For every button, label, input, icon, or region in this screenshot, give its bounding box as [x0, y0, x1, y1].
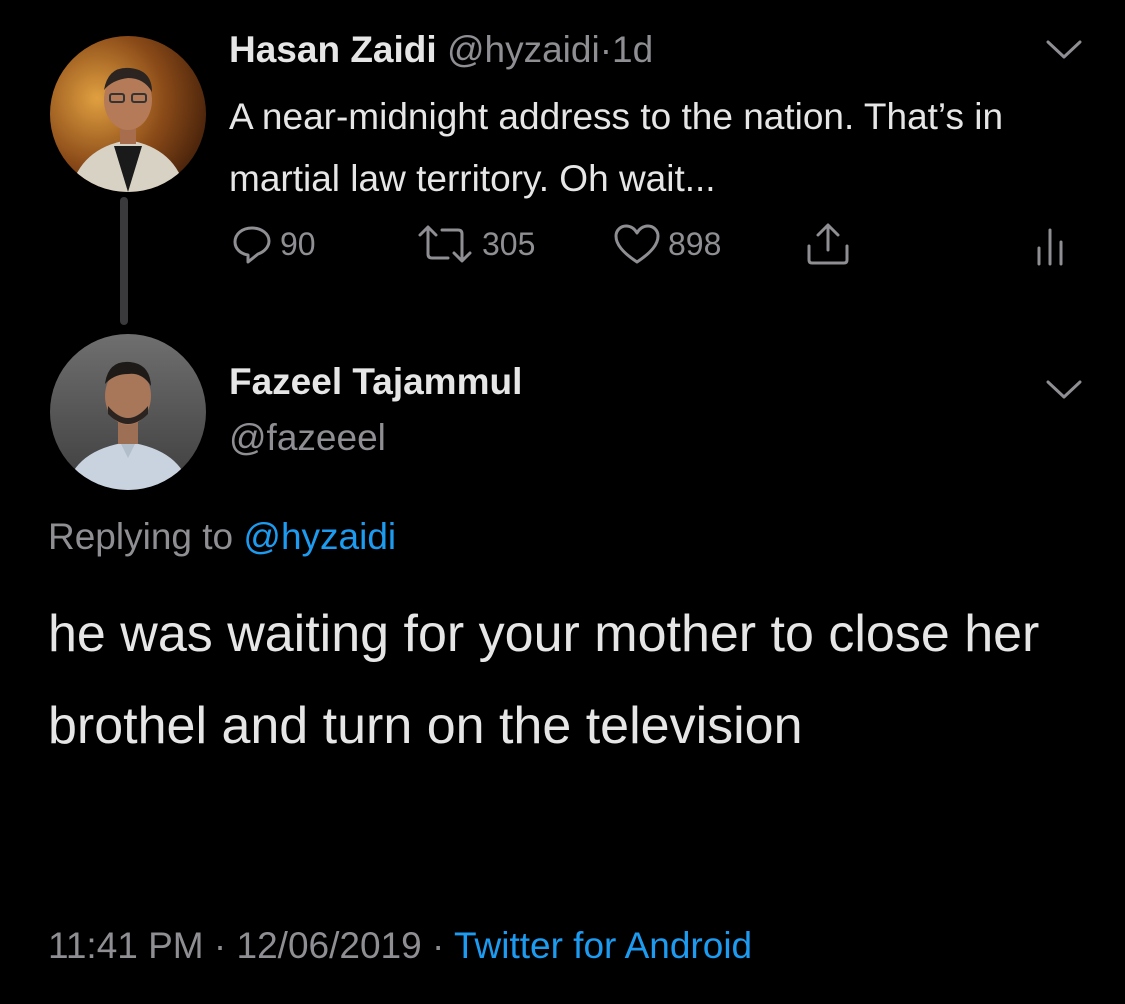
retweet-icon — [418, 225, 472, 263]
tweet-date: 12/06/2019 — [236, 925, 422, 966]
meta-separator-1: · — [213, 925, 227, 966]
reply-avatar[interactable] — [50, 334, 206, 490]
replying-to-handle-link[interactable]: @hyzaidi — [243, 516, 396, 557]
reply-author-name[interactable]: Fazeel Tajammul — [229, 360, 522, 404]
replying-to-line: Replying to @hyzaidi — [48, 514, 396, 560]
analytics-icon — [1037, 228, 1063, 266]
tweet-time: 11:41 PM — [48, 925, 204, 966]
meta-separator-2: · — [431, 925, 445, 966]
tweet-metadata: 11:41 PM · 12/06/2019 · Twitter for Andr… — [48, 922, 752, 970]
parent-author-name[interactable]: Hasan Zaidi — [229, 29, 437, 70]
retweet-button[interactable]: 305 — [414, 222, 535, 266]
analytics-button[interactable] — [1030, 222, 1076, 266]
replying-to-label: Replying to — [48, 516, 234, 557]
parent-tweet-text: A near-midnight address to the nation. T… — [229, 96, 1004, 199]
heart-icon — [614, 224, 660, 264]
thread-connector-line — [120, 197, 128, 325]
reply-author-handle[interactable]: @fazeeel — [229, 416, 386, 460]
parent-avatar[interactable] — [50, 36, 206, 192]
parent-tweet-time: 1d — [612, 29, 654, 70]
reply-tweet-text: he was waiting for your mother to close … — [48, 605, 1040, 755]
parent-avatar-image — [50, 36, 206, 192]
parent-time-separator: · — [599, 29, 613, 70]
retweet-count: 305 — [482, 225, 536, 262]
like-count: 898 — [668, 225, 722, 262]
share-button[interactable] — [803, 222, 859, 266]
like-button[interactable]: 898 — [612, 222, 721, 266]
share-icon — [807, 223, 849, 265]
reply-button[interactable]: 90 — [230, 222, 316, 266]
reply-avatar-image — [50, 334, 206, 490]
chevron-down-icon[interactable] — [1046, 40, 1082, 60]
parent-tweet-header: Hasan Zaidi @hyzaidi·1d — [229, 28, 653, 72]
reply-count: 90 — [280, 225, 316, 262]
reply-icon — [233, 226, 271, 264]
chevron-down-icon[interactable] — [1046, 380, 1082, 400]
parent-author-handle[interactable]: @hyzaidi — [447, 29, 600, 70]
tweet-source-link[interactable]: Twitter for Android — [454, 925, 752, 966]
